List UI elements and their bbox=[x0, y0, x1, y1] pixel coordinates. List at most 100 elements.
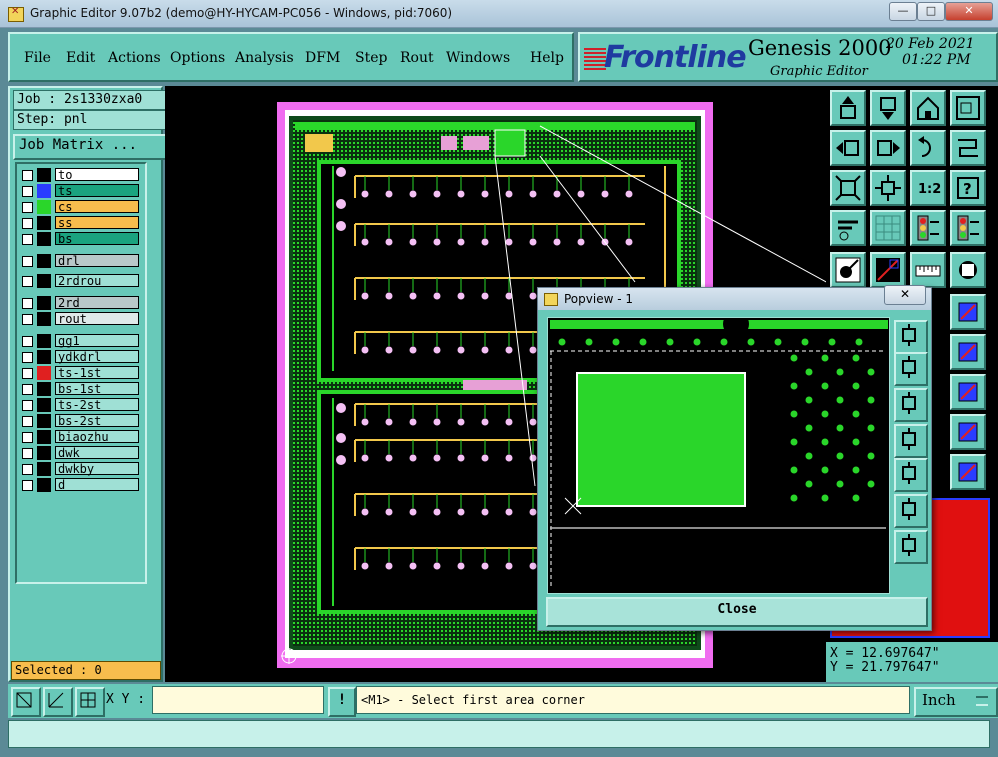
layer-color-swatch[interactable] bbox=[37, 296, 51, 310]
layer-name[interactable]: dwk bbox=[55, 446, 139, 459]
layer-name[interactable]: biaozhu bbox=[55, 430, 139, 443]
measure-button[interactable] bbox=[870, 252, 906, 288]
layer-checkbox[interactable] bbox=[22, 400, 33, 411]
layer-row-ts-1st[interactable]: ts-1st bbox=[17, 366, 141, 380]
layer-color-swatch[interactable] bbox=[37, 446, 51, 460]
move-left-button[interactable] bbox=[830, 130, 866, 166]
layer-checkbox[interactable] bbox=[22, 352, 33, 363]
layer-row-bs[interactable]: bs bbox=[17, 232, 141, 246]
layer-name[interactable]: d bbox=[55, 478, 139, 491]
layer-checkbox[interactable] bbox=[22, 448, 33, 459]
menu-windows[interactable]: Windows bbox=[446, 50, 510, 66]
layer-checkbox[interactable] bbox=[22, 480, 33, 491]
layer-name[interactable]: ydkdrl bbox=[55, 350, 139, 363]
layer-color-swatch[interactable] bbox=[37, 366, 51, 380]
popview-center-button[interactable] bbox=[894, 530, 928, 564]
layer-row-cs[interactable]: cs bbox=[17, 200, 141, 214]
zoom-window-button[interactable] bbox=[950, 90, 986, 126]
layer-name[interactable]: 2rdrou bbox=[55, 274, 139, 287]
layer-row-to[interactable]: to bbox=[17, 168, 141, 182]
menu-rout[interactable]: Rout bbox=[400, 50, 434, 66]
pad-button[interactable] bbox=[950, 252, 986, 288]
xy-input[interactable] bbox=[152, 686, 324, 714]
layer-color-swatch[interactable] bbox=[37, 216, 51, 230]
popview-zoom-in-button[interactable] bbox=[894, 320, 928, 354]
popview-close-icon[interactable]: ✕ bbox=[884, 285, 926, 305]
layer-color-swatch[interactable] bbox=[37, 200, 51, 214]
measure-mode-button[interactable] bbox=[43, 687, 73, 717]
snap-point-button[interactable] bbox=[950, 294, 986, 330]
layer-color-swatch[interactable] bbox=[37, 334, 51, 348]
layer-checkbox[interactable] bbox=[22, 170, 33, 181]
menu-analysis[interactable]: Analysis bbox=[235, 50, 294, 66]
menu-options[interactable]: Options bbox=[170, 50, 225, 66]
layer-checkbox[interactable] bbox=[22, 464, 33, 475]
move-right-button[interactable] bbox=[870, 130, 906, 166]
layer-color-swatch[interactable] bbox=[37, 168, 51, 182]
layer-name[interactable]: ts-2st bbox=[55, 398, 139, 411]
layer-checkbox[interactable] bbox=[22, 276, 33, 287]
layer-color-swatch[interactable] bbox=[37, 232, 51, 246]
popview-move-right-button[interactable] bbox=[894, 458, 928, 492]
layer-row-dwk[interactable]: dwk bbox=[17, 446, 141, 460]
layer-checkbox[interactable] bbox=[22, 416, 33, 427]
undo-button[interactable] bbox=[910, 130, 946, 166]
popview-move-up-button[interactable] bbox=[894, 352, 928, 386]
layer-row-ydkdrl[interactable]: ydkdrl bbox=[17, 350, 141, 364]
layer-color-swatch[interactable] bbox=[37, 254, 51, 268]
layer-checkbox[interactable] bbox=[22, 256, 33, 267]
angle-button[interactable] bbox=[950, 414, 986, 450]
layer-name[interactable]: bs-2st bbox=[55, 414, 139, 427]
layer-name[interactable]: gg1 bbox=[55, 334, 139, 347]
layer-checkbox[interactable] bbox=[22, 218, 33, 229]
layer-name[interactable]: cs bbox=[55, 200, 139, 213]
layer-name[interactable]: rout bbox=[55, 312, 139, 325]
layer-row-2rdrou[interactable]: 2rdrou bbox=[17, 274, 141, 288]
layer-color-swatch[interactable] bbox=[37, 398, 51, 412]
layer-color-swatch[interactable] bbox=[37, 462, 51, 476]
traffic-light-2-button[interactable] bbox=[950, 210, 986, 246]
layer-name[interactable]: bs bbox=[55, 232, 139, 245]
layer-name[interactable]: drl bbox=[55, 254, 139, 267]
layer-row-bs-1st[interactable]: bs-1st bbox=[17, 382, 141, 396]
layer-name[interactable]: 2rd bbox=[55, 296, 139, 309]
menu-help[interactable]: Help bbox=[530, 50, 564, 66]
layer-checkbox[interactable] bbox=[22, 314, 33, 325]
layer-row-bs-2st[interactable]: bs-2st bbox=[17, 414, 141, 428]
ruler-button[interactable] bbox=[910, 252, 946, 288]
layer-row-2rd[interactable]: 2rd bbox=[17, 296, 141, 310]
grid-button[interactable] bbox=[870, 210, 906, 246]
layer-checkbox[interactable] bbox=[22, 234, 33, 245]
layer-checkbox[interactable] bbox=[22, 384, 33, 395]
menu-actions[interactable]: Actions bbox=[108, 50, 161, 66]
alert-button[interactable]: ! bbox=[328, 687, 356, 717]
menu-file[interactable]: File bbox=[24, 50, 51, 66]
layer-row-rout[interactable]: rout bbox=[17, 312, 141, 326]
layer-name[interactable]: bs-1st bbox=[55, 382, 139, 395]
layer-checkbox[interactable] bbox=[22, 186, 33, 197]
layer-row-ss[interactable]: ss bbox=[17, 216, 141, 230]
layer-color-swatch[interactable] bbox=[37, 350, 51, 364]
layer-color-swatch[interactable] bbox=[37, 478, 51, 492]
layer-color-swatch[interactable] bbox=[37, 312, 51, 326]
layer-checkbox[interactable] bbox=[22, 336, 33, 347]
job-matrix-button[interactable]: Job Matrix ... bbox=[13, 134, 167, 160]
layer-color-swatch[interactable] bbox=[37, 382, 51, 396]
popview-canvas[interactable] bbox=[547, 311, 890, 594]
popview-move-left-button[interactable] bbox=[894, 424, 928, 458]
home-button[interactable] bbox=[910, 90, 946, 126]
menu-dfm[interactable]: DFM bbox=[305, 50, 340, 66]
layer-name[interactable]: ss bbox=[55, 216, 139, 229]
snap-button[interactable] bbox=[830, 252, 866, 288]
help-button[interactable]: ? bbox=[950, 170, 986, 206]
command-line[interactable] bbox=[8, 720, 990, 748]
close-window-button[interactable]: ✕ bbox=[945, 2, 993, 21]
move-down-button[interactable] bbox=[870, 90, 906, 126]
one-to-two-button[interactable]: 1:2 bbox=[910, 170, 946, 206]
layer-color-swatch[interactable] bbox=[37, 184, 51, 198]
menu-step[interactable]: Step bbox=[355, 50, 387, 66]
route-button[interactable] bbox=[950, 130, 986, 166]
layer-row-ts-2st[interactable]: ts-2st bbox=[17, 398, 141, 412]
component-button[interactable] bbox=[950, 374, 986, 410]
layer-row-biaozhu[interactable]: biaozhu bbox=[17, 430, 141, 444]
